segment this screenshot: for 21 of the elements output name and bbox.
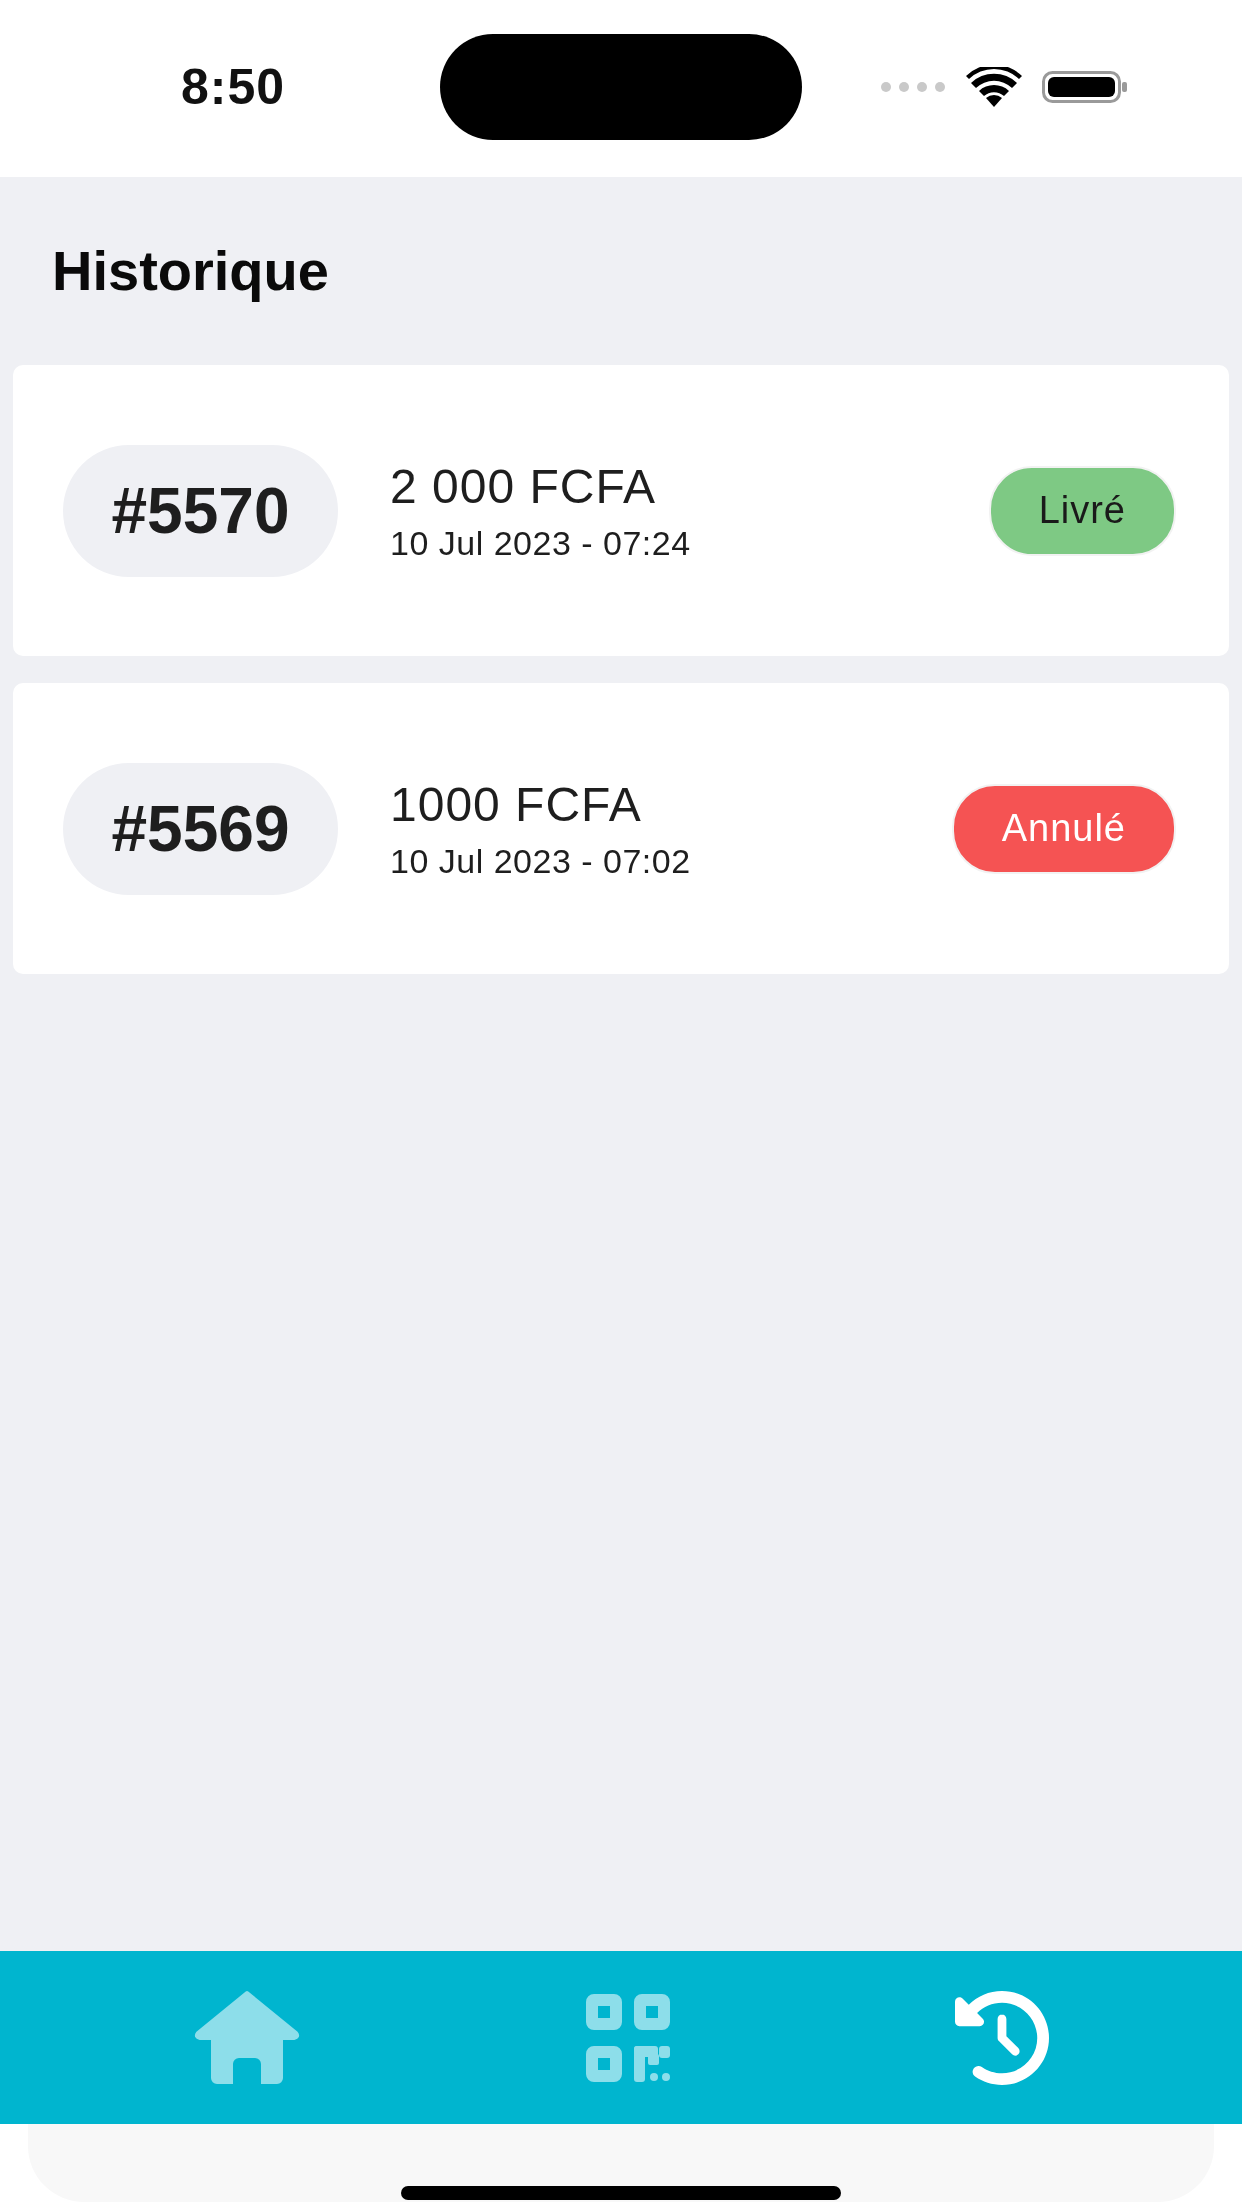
status-time: 8:50 <box>180 57 286 116</box>
order-date: 10 Jul 2023 - 07:24 <box>390 522 691 564</box>
status-badge: Livré <box>988 465 1176 556</box>
order-amount: 2 000 FCFA <box>390 458 657 515</box>
status-badge: Annulé <box>951 783 1176 874</box>
signal-dots-icon <box>880 81 946 92</box>
order-card[interactable]: #5569 1000 FCFA 10 Jul 2023 - 07:02 Annulé <box>13 683 1229 974</box>
qr-code-icon <box>586 1993 670 2082</box>
page-title: Historique <box>52 238 329 304</box>
order-number: #5570 <box>63 444 338 577</box>
history-tab[interactable] <box>955 1990 1050 2085</box>
history-icon <box>955 1990 1050 2085</box>
wifi-icon <box>966 66 1022 107</box>
order-amount: 1000 FCFA <box>390 776 642 833</box>
order-card[interactable]: #5570 2 000 FCFA 10 Jul 2023 - 07:24 Livré <box>13 365 1229 656</box>
order-number: #5569 <box>63 762 338 895</box>
home-tab[interactable] <box>192 1989 301 2086</box>
qr-code-tab[interactable] <box>586 1993 670 2082</box>
home-icon <box>192 1989 301 2086</box>
order-date: 10 Jul 2023 - 07:02 <box>390 840 691 882</box>
battery-icon <box>1042 70 1128 103</box>
